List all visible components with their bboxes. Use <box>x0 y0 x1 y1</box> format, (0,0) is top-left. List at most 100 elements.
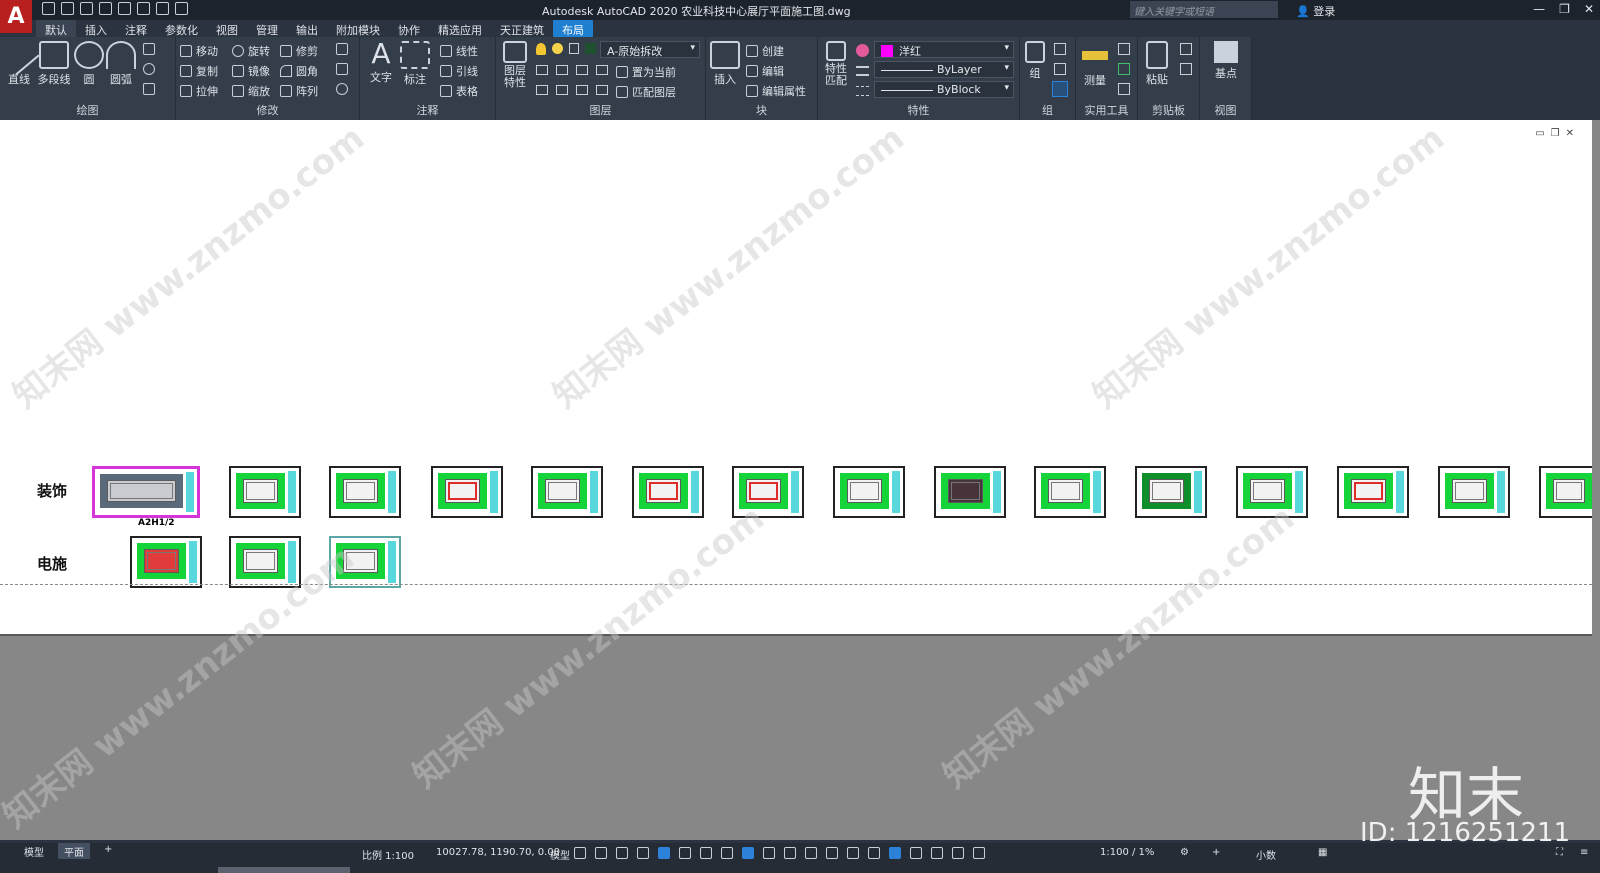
layer-on-icon[interactable] <box>536 85 548 95</box>
tab-output[interactable]: 输出 <box>287 20 327 37</box>
osnap-icon[interactable] <box>742 847 754 859</box>
select-all-icon[interactable] <box>1118 63 1130 75</box>
utilities-panel-label[interactable]: 实用工具 <box>1076 102 1137 118</box>
erase-icon[interactable] <box>336 43 348 55</box>
layer-properties-tool[interactable]: 图层特性 <box>498 41 532 89</box>
customize-menu-icon[interactable]: ≡ <box>1580 847 1588 858</box>
boundary-icon[interactable] <box>143 83 155 95</box>
layout-sheet[interactable] <box>1034 466 1106 518</box>
layout-sheet[interactable] <box>1337 466 1409 518</box>
dynamic-input-icon[interactable] <box>637 847 649 859</box>
color-wheel-icon[interactable] <box>856 44 869 57</box>
annotation-panel-label[interactable]: 注释 <box>360 102 495 118</box>
tab-insert[interactable]: 插入 <box>76 20 116 37</box>
tab-addins[interactable]: 附加模块 <box>327 20 389 37</box>
viewport-scale[interactable]: 比例 1:100 <box>362 847 414 862</box>
transparency-icon[interactable] <box>784 847 796 859</box>
selection-cycling-icon[interactable] <box>805 847 817 859</box>
model-space-toggle[interactable]: 模型 <box>550 847 570 862</box>
vp-close-icon[interactable]: ✕ <box>1566 128 1580 139</box>
edit-attributes-tool[interactable]: 编辑属性 <box>746 83 806 99</box>
group-edit-icon[interactable] <box>1054 63 1066 75</box>
move-tool[interactable]: 移动 <box>180 43 218 59</box>
layer-color-swatch[interactable] <box>585 43 596 54</box>
layer-unlock-icon[interactable] <box>596 85 608 95</box>
annotation-scale[interactable]: 1:100 / 1% <box>1100 847 1154 858</box>
color-dropdown[interactable]: 洋红 <box>874 41 1014 58</box>
sun-icon[interactable] <box>552 43 563 54</box>
viewport-controls[interactable]: ▭❐✕ <box>1535 128 1580 139</box>
set-current-tool[interactable]: 置为当前 <box>616 64 676 80</box>
quick-properties-icon[interactable]: ▦ <box>1318 847 1327 858</box>
layout-sheet[interactable] <box>1135 466 1207 518</box>
layer-freeze-icon[interactable] <box>576 65 588 75</box>
base-point-tool[interactable]: 基点 <box>1208 41 1244 81</box>
match-properties-tool[interactable]: 特性匹配 <box>822 41 850 87</box>
lock-ui-icon[interactable] <box>952 847 964 859</box>
clipboard-panel-label[interactable]: 剪贴板 <box>1138 102 1199 118</box>
new-file-icon[interactable] <box>42 2 55 15</box>
layout-sheet[interactable] <box>130 536 202 588</box>
isodraft-icon[interactable] <box>700 847 712 859</box>
layout-sheet[interactable] <box>329 536 401 588</box>
workspace-gear-icon[interactable]: ⚙ <box>1180 847 1189 858</box>
save-as-icon[interactable] <box>99 2 112 15</box>
rectangle-icon[interactable] <box>143 43 155 55</box>
save-icon[interactable] <box>80 2 93 15</box>
view-panel-label[interactable]: 视图 <box>1200 102 1251 118</box>
object-track-icon[interactable] <box>721 847 733 859</box>
layout-sheet[interactable] <box>92 466 200 518</box>
minimize-icon[interactable]: — <box>1533 2 1545 16</box>
clean-screen-icon[interactable]: ⛶ <box>1556 847 1563 858</box>
cut-icon[interactable] <box>1180 43 1192 55</box>
line-tool[interactable]: 直线 <box>0 34 40 87</box>
annotation-visibility-icon[interactable] <box>889 847 901 859</box>
leader-tool[interactable]: 引线 <box>440 63 478 79</box>
layout-sheet[interactable] <box>934 466 1006 518</box>
edit-block-tool[interactable]: 编辑 <box>746 63 784 79</box>
measure-tool[interactable]: 测量 <box>1078 41 1112 88</box>
paper-space[interactable]: ▭❐✕ 装饰 电施 A2H1/2 <box>0 120 1592 636</box>
circle-tool[interactable]: 圆 <box>74 41 104 87</box>
group-tool[interactable]: 组 <box>1022 41 1048 81</box>
layout-sheet[interactable] <box>229 536 301 588</box>
layout-sheet[interactable] <box>1236 466 1308 518</box>
layout-sheet[interactable] <box>329 466 401 518</box>
tab-model[interactable]: 模型 <box>18 843 50 859</box>
lineweight-dropdown[interactable]: ByBlock <box>874 81 1014 98</box>
tab-layout[interactable]: 布局 <box>553 20 593 37</box>
layer-unisolate-icon[interactable] <box>556 85 568 95</box>
3d-osnap-icon[interactable] <box>826 847 838 859</box>
lineweight-toggle-icon[interactable] <box>763 847 775 859</box>
plot-icon[interactable] <box>118 2 131 15</box>
linear-tool[interactable]: 线性 <box>440 43 478 59</box>
polyline-tool[interactable]: 多段线 <box>36 41 72 87</box>
add-layout-button[interactable]: + <box>98 843 118 859</box>
layout-sheet[interactable] <box>229 466 301 518</box>
drawing-canvas[interactable]: ▭❐✕ 装饰 电施 A2H1/2 <box>0 120 1600 840</box>
mirror-tool[interactable]: 镜像 <box>232 63 270 79</box>
infer-icon[interactable] <box>616 847 628 859</box>
modify-panel-label[interactable]: 修改 <box>176 102 359 118</box>
stretch-tool[interactable]: 拉伸 <box>180 83 218 99</box>
undo-icon[interactable] <box>156 2 169 15</box>
isolate-objects-icon[interactable] <box>973 847 985 859</box>
snap-icon[interactable] <box>595 847 607 859</box>
redo-icon[interactable] <box>175 2 188 15</box>
tab-plan-layout[interactable]: 平面 <box>58 843 90 859</box>
insert-tool[interactable]: 插入 <box>710 41 740 87</box>
layer-isolate-icon[interactable] <box>556 65 568 75</box>
grid-icon[interactable] <box>574 847 586 859</box>
copy-tool[interactable]: 复制 <box>180 63 218 79</box>
horizontal-scrollbar[interactable] <box>218 867 350 873</box>
copy-clip-icon[interactable] <box>1180 63 1192 75</box>
add-icon[interactable]: + <box>1212 847 1220 858</box>
print-icon[interactable] <box>137 2 150 15</box>
tab-manage[interactable]: 管理 <box>247 20 287 37</box>
layout-sheet[interactable] <box>1539 466 1592 518</box>
lock-icon[interactable] <box>569 43 579 54</box>
tab-annotate[interactable]: 注释 <box>116 20 156 37</box>
quick-select-icon[interactable] <box>1118 43 1130 55</box>
tab-featured-apps[interactable]: 精选应用 <box>429 20 491 37</box>
layout-sheet[interactable] <box>431 466 503 518</box>
